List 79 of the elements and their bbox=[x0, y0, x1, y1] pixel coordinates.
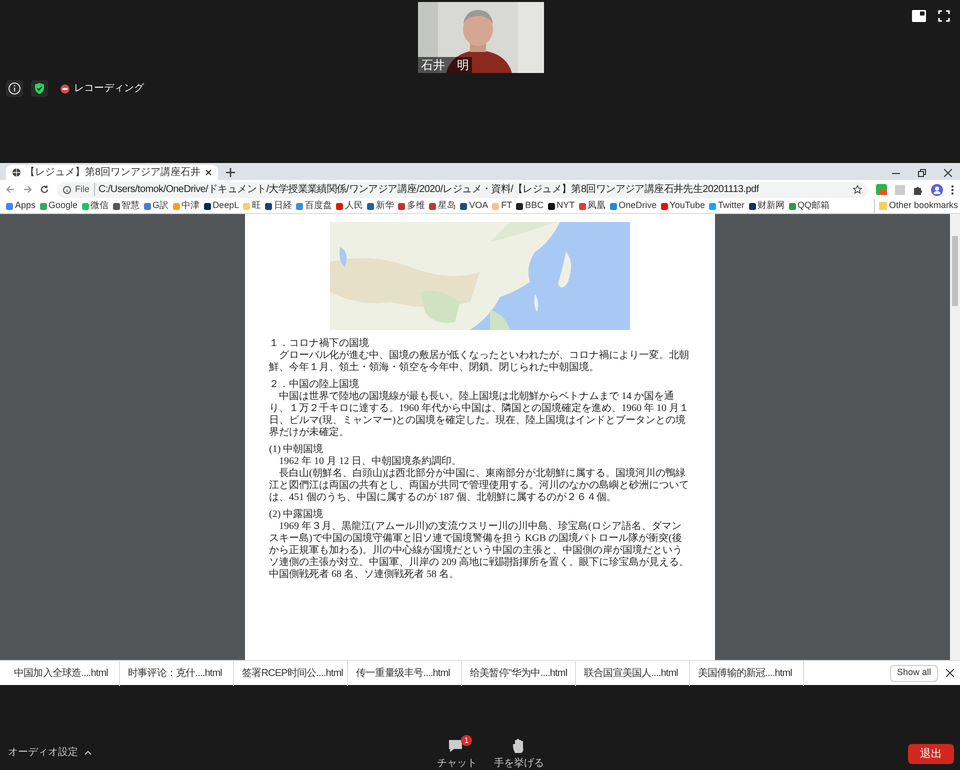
shield-icon[interactable] bbox=[31, 80, 48, 97]
new-tab-icon[interactable] bbox=[226, 168, 235, 177]
info-icon[interactable] bbox=[6, 80, 23, 97]
view-icon bbox=[912, 10, 926, 22]
raise-hand-label: 手を挙げる bbox=[494, 756, 544, 770]
folder-icon bbox=[878, 202, 887, 210]
section-heading: (1) 中朝国境 bbox=[269, 444, 324, 456]
bookmark-link[interactable]: VOA bbox=[469, 199, 488, 213]
bookmark-link[interactable]: Google bbox=[48, 199, 78, 213]
notification-badge: 1 bbox=[461, 735, 472, 746]
bookmark-link[interactable]: FT bbox=[501, 199, 512, 213]
info-icon bbox=[63, 186, 71, 194]
bookmark-link[interactable]: 百度盘 bbox=[305, 199, 332, 213]
reload-icon[interactable] bbox=[40, 185, 49, 194]
section-heading: (2) 中露国境 bbox=[269, 509, 324, 521]
download-item[interactable]: 联合国宣美国人....html bbox=[584, 666, 678, 680]
bookmark-link[interactable]: Twitter bbox=[718, 199, 745, 213]
bookmark-link[interactable]: 日経 bbox=[274, 199, 292, 213]
download-item[interactable]: 美国傅输的新冠....html bbox=[698, 666, 792, 680]
bookmark-link[interactable]: 中津 bbox=[182, 199, 200, 213]
bookmark-link[interactable]: 人民 bbox=[345, 199, 364, 213]
scheme-label: File bbox=[75, 182, 95, 196]
paragraph: 長白山(朝鮮名、白頭山)は西北部分が中国に、東南部分が北朝鮮に属する。国境河川の鴨緑江と図們江は両国の共有とし、両国が共同で管理使用する。河川のなかの島嶼と砂洲については、451 個のうち、中国に属するのが 187 個、北朝鮮に属するのが２６４個。 bbox=[269, 468, 690, 504]
bookmark-link[interactable]: YouTube bbox=[670, 199, 706, 213]
close-icon[interactable] bbox=[944, 169, 952, 177]
avatar-icon[interactable] bbox=[931, 184, 943, 196]
bookmark-link[interactable]: 新华 bbox=[376, 199, 394, 213]
download-item[interactable]: 中国加入全球造....html bbox=[14, 666, 108, 680]
bookmark-link[interactable]: QQ邮箱 bbox=[798, 199, 830, 213]
recording-label: レコーディング bbox=[74, 82, 144, 96]
address-bar[interactable]: File C:/Users/tomok/OneDrive/ドキュメント/大学授業業績関係/ワンアジア講座/2020/レジュメ・資料/【レジュメ】第8回ワンアジア講座石井先生20201113.pdf bbox=[57, 182, 868, 198]
audio-settings-link[interactable]: オーディオ設定 bbox=[8, 745, 78, 760]
forward-icon[interactable] bbox=[23, 185, 32, 194]
puzzle-icon[interactable] bbox=[913, 184, 923, 194]
show-all-button[interactable]: Show all bbox=[890, 664, 938, 682]
bookmark-link[interactable]: OneDrive bbox=[618, 199, 657, 213]
caret-icon[interactable] bbox=[84, 750, 92, 755]
download-item[interactable]: 时事评论：克什....html bbox=[128, 666, 222, 680]
paragraph: 中国は世界で陸地の国境線が最も長い。陸上国境は北朝鮮からベトナムまで 14 か国を通り、１万２千キロに達する。1960 年代から中国は、隣国との国境確定を進め、1960 年 10 月１日、ビルマ(現、ミャンマー)との国境を確定した。現在、陸上国境はインドとブータンとの境界だけが未確定。 bbox=[269, 391, 690, 439]
chat-label: チャット bbox=[437, 757, 477, 770]
bookmark-link[interactable]: G訳 bbox=[152, 199, 169, 213]
bookmark-link[interactable]: 星岛 bbox=[438, 199, 456, 213]
recording-icon bbox=[60, 84, 70, 94]
leave-button[interactable]: 退出 bbox=[908, 744, 954, 764]
bookmark-link[interactable]: Other bookmarks bbox=[888, 199, 958, 213]
address-text: C:/Users/tomok/OneDrive/ドキュメント/大学授業業績関係/ワンアジア講座/2020/レジュメ・資料/【レジュメ】第8回ワンアジア講座石井先生20201113.pdf bbox=[98, 182, 759, 197]
bookmark-link[interactable]: 微信 bbox=[90, 199, 109, 213]
section-heading: １．コロナ禍下の国境 bbox=[269, 338, 370, 350]
restore-icon[interactable] bbox=[918, 169, 926, 177]
bookmark-link[interactable]: NYT bbox=[556, 199, 575, 213]
bookmark-link[interactable]: 多维 bbox=[407, 199, 426, 213]
bookmark-link[interactable]: 旺 bbox=[252, 199, 262, 213]
menu-icon[interactable] bbox=[951, 184, 954, 194]
participant-name: 石井 明 bbox=[418, 57, 472, 73]
hand-icon bbox=[512, 738, 526, 754]
bookmark-link[interactable]: DeepL bbox=[212, 199, 240, 213]
close-icon[interactable] bbox=[946, 669, 954, 677]
paragraph: 1962 年 10 月 12 日、中朝国境条約調印。 bbox=[278, 456, 462, 468]
raise-hand-button[interactable]: 手を挙げる bbox=[494, 738, 544, 770]
download-item[interactable]: 签署RCEP时间公....html bbox=[242, 666, 343, 680]
paragraph: グローバル化が進む中、国境の敷居が低くなったといわれたが、コロナ禍により一変。北朝鮮、今年１月、領土・領海・領空を今年中、閉鎖。閉じられた中朝国境。 bbox=[269, 350, 690, 374]
bookmark-link[interactable]: Apps bbox=[15, 199, 36, 213]
scrollbar-thumb[interactable] bbox=[952, 236, 958, 306]
download-item[interactable]: 给美暂停"华为中....html bbox=[470, 666, 568, 680]
bookmark-link[interactable]: 凤凰 bbox=[588, 199, 606, 213]
chat-button[interactable]: 1 チャット bbox=[437, 738, 477, 770]
paragraph: 1969 年３月、黒龍江(アムール川)の支流ウスリー川の川中島、珍宝島(ロシア語名、ダマンスキー島)で中国の国境守備軍と旧ソ連で国境警備を担う KGB の国境パトロール隊が衝突(後から正規軍も加わる)。川の中心線が国境だという中国の主張と、中国側の岸が国境だというソ連側の主張が対立。中国軍、川岸の 209 高地に戦闘指揮所を置く。眼下に珍宝島が見える。中国側戦死者 68 名、ソ連側戦死者 58 名。 bbox=[269, 521, 690, 581]
bookmark-link[interactable]: 智慧 bbox=[122, 199, 140, 213]
tab-title: 【レジュメ】第8回ワンアジア講座石井 bbox=[25, 168, 201, 178]
globe-icon bbox=[12, 168, 21, 177]
bookmark-link[interactable]: 财新网 bbox=[758, 199, 785, 213]
back-icon[interactable] bbox=[6, 185, 15, 194]
fullscreen-icon[interactable] bbox=[938, 10, 950, 22]
section-heading: ２．中国の陸上国境 bbox=[269, 379, 360, 390]
bookmark-link[interactable]: BBC bbox=[525, 199, 544, 213]
star-icon[interactable] bbox=[853, 185, 862, 194]
browser-tab[interactable]: 【レジュメ】第8回ワンアジア講座石井 bbox=[6, 165, 218, 180]
close-icon[interactable] bbox=[204, 169, 212, 176]
download-item[interactable]: 传一重量级丰号....html bbox=[356, 666, 450, 680]
